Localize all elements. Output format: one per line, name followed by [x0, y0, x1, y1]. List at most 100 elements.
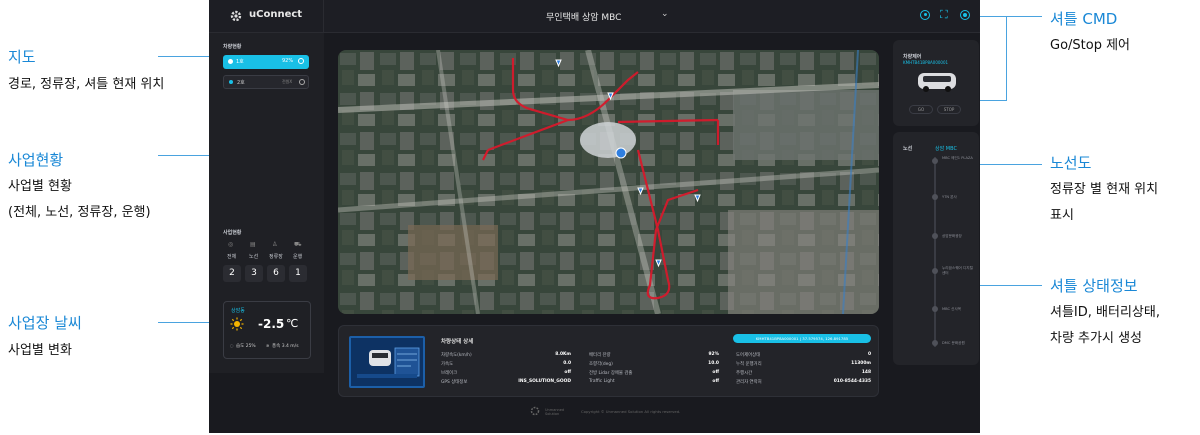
route-stop-dot[interactable] — [932, 340, 938, 346]
route-label: 노선 — [903, 146, 913, 152]
detail-label: 브레이크 — [441, 371, 458, 376]
detail-value: off — [712, 370, 719, 375]
stat-value-all: 2 — [223, 265, 241, 282]
detail-value: 11300m — [851, 361, 871, 366]
detail-label: 주행시간 — [736, 371, 753, 376]
stat-label-run: 운행 — [293, 254, 303, 260]
detail-value: 010-8544-4335 — [833, 379, 871, 384]
detail-col-2: 배터리 잔량 92% 조향각(deg) 10.0 전방 Lidar 장애물 검출… — [589, 352, 719, 392]
weather-location: 상암동 — [231, 308, 245, 314]
annotation-route-desc-2: 표시 — [1050, 208, 1074, 223]
weather-wind: 풍속 3.4 m/s — [272, 344, 299, 349]
annotation-map-desc: 경로, 정류장, 셔틀 현재 위치 — [8, 77, 165, 92]
route-track — [934, 157, 936, 347]
weather-humidity: 습도 25% — [236, 344, 256, 349]
route-stop-label: MBC 신사옥 — [942, 307, 962, 311]
route-name: 상암 MBC — [935, 146, 957, 152]
route-stop-label: MBC 메인1 PLAZA — [942, 156, 973, 160]
stat-label-route: 노선 — [249, 254, 259, 260]
stat-value-route: 3 — [245, 265, 263, 282]
leader-line-cmd-h — [978, 100, 1007, 101]
detail-value: 10.0 — [708, 361, 719, 366]
stat-label-all: 전체 — [227, 254, 237, 260]
vehicle-indicator-icon — [228, 59, 233, 64]
annotation-status-desc-2: 차량 추가시 생성 — [1050, 331, 1142, 346]
sun-icon — [230, 317, 244, 331]
vehicle-label: 1호 — [236, 59, 244, 65]
info-icon[interactable] — [299, 79, 305, 85]
target-icon[interactable] — [920, 10, 930, 20]
satellite-map[interactable] — [338, 50, 879, 314]
detail-col-3: 도어제어상태 0 누적 운행거리 11300m 주행시간 148 관리자 연락처… — [736, 352, 871, 392]
annotation-weather-title: 사업장 날씨 — [8, 314, 82, 332]
all-icon: ◎ — [228, 241, 234, 248]
stat-value-stop: 6 — [267, 265, 285, 282]
annotation-route-desc-1: 정류장 별 현재 위치 — [1050, 182, 1159, 197]
annotation-status-desc-1: 셔틀ID, 배터리상태, — [1050, 305, 1160, 320]
left-sidebar: 차량현황 1호 92% 2호 전원X 사업현황 ◎ ▤ ♙ ⛟ 전체 노선 정류… — [209, 33, 324, 373]
detail-value: off — [712, 379, 719, 384]
route-icon: ▤ — [250, 241, 256, 248]
route-stop-label: 누리꿈스퀘어 디지털센터 — [942, 266, 973, 275]
detail-value: 8.0Km — [555, 352, 571, 357]
vehicle-item-2[interactable]: 2호 전원X — [223, 75, 309, 89]
vehicle-indicator-icon — [229, 80, 233, 84]
stop-button[interactable]: STOP — [937, 105, 961, 114]
bus-icon: ⛟ — [294, 241, 302, 248]
annotation-weather-desc: 사업별 변화 — [8, 343, 72, 358]
annotation-cmd-title: 셔틀 CMD — [1050, 10, 1118, 28]
detail-value: INS_SOLUTION_GOOD — [518, 379, 571, 384]
vehicle-item-1[interactable]: 1호 92% — [223, 55, 309, 69]
project-selector-title[interactable]: 무인택배 상암 MBC — [546, 10, 621, 23]
stop-icon: ♙ — [272, 241, 278, 248]
route-card: 노선 상암 MBC MBC 메인1 PLAZA YTN 본사 상암문화광장 누리… — [893, 132, 979, 365]
route-stop-dot[interactable] — [932, 233, 938, 239]
detail-title: 차량상태 상세 — [441, 339, 474, 345]
business-status-title: 사업현황 — [223, 230, 242, 236]
route-stop-dot[interactable] — [932, 306, 938, 312]
annotation-status-title: 셔틀 상태정보 — [1050, 277, 1138, 295]
vehicle-control-title: 차량제어 — [903, 54, 922, 60]
leader-line-cmd-v — [1006, 16, 1007, 101]
vehicle-id-badge: KMHTB41BP8A000001 | 37.579574, 126.89178… — [733, 334, 871, 343]
stat-label-stop: 정류장 — [269, 254, 283, 260]
chevron-down-icon[interactable]: ⌄ — [661, 9, 669, 19]
settings-icon[interactable] — [960, 10, 970, 20]
shuttle-image — [915, 70, 959, 92]
vehicle-battery: 92% — [282, 58, 294, 64]
detail-label: 가속도 — [441, 362, 454, 367]
wind-icon: ≋ — [266, 343, 270, 348]
detail-value: 92% — [708, 352, 719, 357]
footer-copyright: Copyright © Unmanned Solution All rights… — [581, 409, 681, 414]
detail-label: 누적 운행거리 — [736, 362, 762, 367]
vehicle-status: 전원X — [282, 79, 293, 84]
annotation-route-title: 노선도 — [1050, 154, 1092, 172]
route-stop-dot[interactable] — [932, 268, 938, 274]
weather-unit: ℃ — [286, 317, 299, 330]
route-stop-label: YTN 본사 — [942, 195, 957, 199]
vehicle-control-card: 차량제어 KMHTB41BP8A000001 GO STOP — [893, 40, 979, 126]
info-icon[interactable] — [298, 58, 304, 64]
route-stop-dot[interactable] — [932, 194, 938, 200]
top-bar: uConnect 무인택배 상암 MBC ⌄ ⛶ — [209, 0, 980, 33]
route-stop-label: DMC 문화공원 — [942, 341, 965, 345]
vehicle-control-id: KMHTB41BP8A000001 — [903, 60, 949, 65]
vehicle-status-title: 차량현황 — [223, 44, 242, 50]
go-button[interactable]: GO — [909, 105, 933, 114]
detail-value: 148 — [861, 370, 871, 375]
stat-value-run: 1 — [289, 265, 307, 282]
app-window: uConnect 무인택배 상암 MBC ⌄ ⛶ 차량현황 1호 92% 2호 … — [209, 0, 980, 433]
footer-logo-icon — [529, 406, 541, 416]
weather-temperature: -2.5 — [258, 317, 285, 331]
brand-area-divider — [209, 0, 324, 33]
map-view[interactable] — [338, 50, 879, 314]
vehicle-label: 2호 — [237, 80, 245, 86]
annotation-business-title: 사업현황 — [8, 151, 64, 169]
detail-label: 조향각(deg) — [589, 362, 613, 367]
weather-card: 상암동 -2.5 ℃ ◌ 습도 25% ≋ 풍속 3.4 m/s — [223, 301, 311, 359]
route-stop-dot[interactable] — [932, 158, 938, 164]
annotation-cmd-desc: Go/Stop 제어 — [1050, 38, 1131, 53]
vehicle-thumbnail — [349, 336, 425, 388]
fullscreen-icon[interactable]: ⛶ — [940, 8, 948, 22]
detail-label: 차량속도(km/h) — [441, 353, 472, 358]
